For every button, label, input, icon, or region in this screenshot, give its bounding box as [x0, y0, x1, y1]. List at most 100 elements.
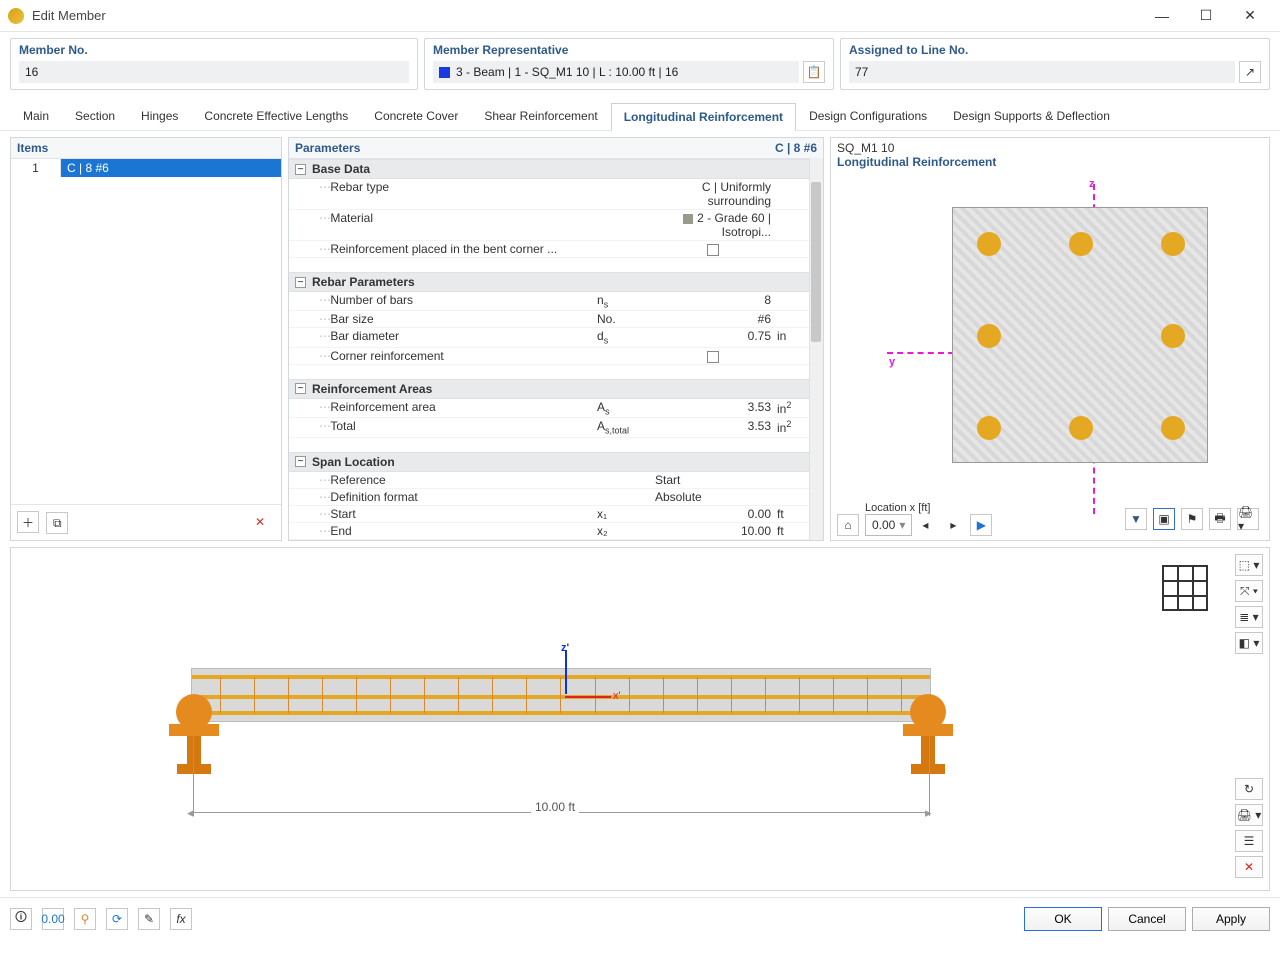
preview-header: SQ_M1 10 Longitudinal Reinforcement: [831, 138, 1269, 172]
row-reference[interactable]: ReferenceStart: [289, 472, 823, 489]
rebar-dot: [1161, 232, 1185, 256]
member-rep-input[interactable]: 3 - Beam | 1 - SQ_M1 10 | L : 10.00 ft |…: [433, 61, 799, 83]
row-end[interactable]: Endx₂10.00ft: [289, 523, 823, 540]
dimension-label: 10.00 ft: [531, 800, 579, 814]
wizard-button[interactable]: ⚲: [74, 908, 96, 930]
tab-section[interactable]: Section: [62, 102, 128, 130]
vp-reset-button[interactable]: ✕: [1235, 856, 1263, 878]
rebar-dot: [1069, 232, 1093, 256]
group-base-data[interactable]: −Base Data: [289, 159, 823, 179]
window-title: Edit Member: [32, 8, 1140, 23]
vp-shader-button[interactable]: ◧ ▾: [1235, 632, 1263, 654]
assigned-line-label: Assigned to Line No.: [849, 43, 1261, 57]
item-row[interactable]: 1 C | 8 #6: [11, 159, 281, 177]
assigned-line-pick-button[interactable]: ↗: [1239, 61, 1261, 83]
assigned-line-input[interactable]: 77: [849, 61, 1235, 83]
location-prev-button[interactable]: ◂: [914, 514, 936, 536]
rebar-dot: [977, 324, 1001, 348]
save-object-button[interactable]: ✎: [138, 908, 160, 930]
add-item-button[interactable]: ＋: [17, 511, 39, 533]
app-icon: [8, 8, 24, 24]
row-reinf-area[interactable]: Reinforcement areaAs3.53in2: [289, 399, 823, 418]
parameters-body[interactable]: −Base Data Rebar typeC | Uniformly surro…: [289, 159, 823, 540]
cross-section-view[interactable]: z y: [831, 172, 1269, 498]
location-next-button[interactable]: ▸: [942, 514, 964, 536]
parameters-header: Parameters C | 8 #6: [289, 138, 823, 159]
location-play-button[interactable]: ▶: [970, 514, 992, 536]
middle-area: Items 1 C | 8 #6 ＋ ⧉ ✕ Parameters C | 8 …: [0, 131, 1280, 547]
tab-hinges[interactable]: Hinges: [128, 102, 191, 130]
tab-longitudinal-reinforcement[interactable]: Longitudinal Reinforcement: [611, 103, 796, 131]
formula-button[interactable]: fx: [170, 908, 192, 930]
collapse-icon[interactable]: −: [295, 383, 306, 394]
copy-item-button[interactable]: ⧉: [46, 512, 68, 534]
tab-design-supports[interactable]: Design Supports & Deflection: [940, 102, 1123, 130]
z-axis-label: z: [1089, 178, 1095, 190]
member-no-input[interactable]: 16: [19, 61, 409, 83]
row-bar-size[interactable]: Bar sizeNo.#6: [289, 311, 823, 328]
filter-button[interactable]: ▼: [1125, 508, 1147, 530]
units-button[interactable]: 0.00: [42, 908, 64, 930]
row-total-area[interactable]: TotalAs,total3.53in2: [289, 418, 823, 437]
view-mode-button[interactable]: ▣: [1153, 508, 1175, 530]
group-rebar-params[interactable]: −Rebar Parameters: [289, 272, 823, 292]
ok-button[interactable]: OK: [1024, 907, 1102, 931]
group-span-location[interactable]: −Span Location: [289, 452, 823, 472]
scrollbar-track[interactable]: [809, 158, 823, 540]
navigation-cube[interactable]: [1161, 564, 1209, 612]
bent-corner-checkbox[interactable]: [707, 244, 719, 256]
vp-layers-button[interactable]: ≣ ▾: [1235, 606, 1263, 628]
support-right-icon: [899, 694, 957, 784]
location-home-button[interactable]: ⌂: [837, 514, 859, 536]
material-swatch-icon: [683, 214, 693, 224]
color-swatch-icon: [439, 67, 450, 78]
row-definition-format[interactable]: Definition formatAbsolute: [289, 489, 823, 506]
maximize-button[interactable]: ☐: [1184, 1, 1228, 31]
tab-concrete-cover[interactable]: Concrete Cover: [361, 102, 471, 130]
tabs-bar: Main Section Hinges Concrete Effective L…: [0, 96, 1280, 131]
row-bar-diameter[interactable]: Bar diameterds0.75in: [289, 328, 823, 347]
scrollbar-thumb[interactable]: [811, 182, 821, 342]
group-reinf-areas[interactable]: −Reinforcement Areas: [289, 379, 823, 399]
vp-axes-button[interactable]: ⤧ ▾: [1235, 580, 1263, 602]
vp-rotate-button[interactable]: ↻: [1235, 778, 1263, 800]
tab-shear-reinforcement[interactable]: Shear Reinforcement: [471, 102, 610, 130]
print-button[interactable]: 🖨 ▾: [1237, 508, 1259, 530]
collapse-icon[interactable]: −: [295, 164, 306, 175]
row-bent-corner[interactable]: Reinforcement placed in the bent corner …: [289, 241, 823, 258]
info-button[interactable]: 🛈: [10, 908, 32, 930]
row-corner-reinf[interactable]: Corner reinforcement: [289, 348, 823, 365]
delete-item-button[interactable]: ✕: [249, 511, 271, 533]
flag-button[interactable]: ⚑: [1181, 508, 1203, 530]
corner-reinf-checkbox[interactable]: [707, 351, 719, 363]
member-viewport[interactable]: z' x' ◂ ▸ 10.00 ft ⬚ ▾ ⤧ ▾ ≣ ▾ ◧ ▾ ↻ 🖨 ▾…: [10, 547, 1270, 891]
tab-design-configurations[interactable]: Design Configurations: [796, 102, 940, 130]
collapse-icon[interactable]: −: [295, 277, 306, 288]
row-rebar-type[interactable]: Rebar typeC | Uniformly surrounding: [289, 179, 823, 210]
vp-list-button[interactable]: ☰: [1235, 830, 1263, 852]
stirrups: [220, 677, 902, 713]
row-start[interactable]: Startx₁0.00ft: [289, 506, 823, 523]
cancel-button[interactable]: Cancel: [1108, 907, 1186, 931]
location-spinner[interactable]: 0.00▾: [865, 514, 912, 536]
apply-button[interactable]: Apply: [1192, 907, 1270, 931]
vp-print-button[interactable]: 🖨 ▾: [1235, 804, 1263, 826]
preview-footer: Location x [ft] ⌂ 0.00▾ ◂ ▸ ▶ ▼ ▣ ⚑ 🖶 🖨 …: [831, 498, 1269, 540]
top-fields: Member No. 16 Member Representative 3 - …: [0, 32, 1280, 96]
row-num-bars[interactable]: Number of barsns8: [289, 292, 823, 311]
tab-main[interactable]: Main: [10, 102, 62, 130]
row-material[interactable]: Material2 - Grade 60 | Isotropi...: [289, 210, 823, 241]
snapshot-button[interactable]: 🖶: [1209, 508, 1231, 530]
close-button[interactable]: ✕: [1228, 1, 1272, 31]
vp-cube-button[interactable]: ⬚ ▾: [1235, 554, 1263, 576]
member-rep-edit-button[interactable]: 📋: [803, 61, 825, 83]
items-body: 1 C | 8 #6: [11, 159, 281, 504]
rebar-dot: [1161, 416, 1185, 440]
collapse-icon[interactable]: −: [295, 456, 306, 467]
rebar-dot: [977, 416, 1001, 440]
member-rep-label: Member Representative: [433, 43, 825, 57]
refresh-button[interactable]: ⟳: [106, 908, 128, 930]
tab-concrete-lengths[interactable]: Concrete Effective Lengths: [191, 102, 361, 130]
minimize-button[interactable]: —: [1140, 1, 1184, 31]
x-axis-label: x': [613, 690, 621, 702]
